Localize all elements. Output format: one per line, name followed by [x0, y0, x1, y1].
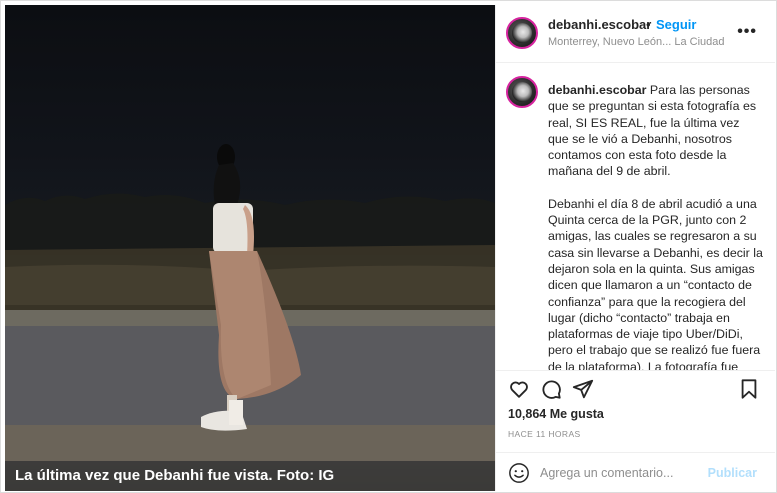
header-username[interactable]: debanhi.escobar [548, 17, 651, 32]
photo-caption: La última vez que Debanhi fue vista. Fot… [5, 461, 495, 491]
caption-paragraph-2: Debanhi el día 8 de abril acudió a una Q… [548, 196, 763, 370]
bookmark-icon[interactable] [738, 378, 760, 400]
instagram-post-embed: La última vez que Debanhi fue vista. Fot… [0, 0, 777, 493]
post-caption-area: debanhi.escobar Para las personas que se… [496, 64, 775, 370]
heart-icon[interactable] [508, 378, 530, 400]
post-photo [5, 5, 495, 491]
night-roadside-scene [5, 144, 495, 465]
comment-input[interactable] [540, 462, 700, 484]
caption-avatar[interactable] [506, 76, 538, 108]
publish-button[interactable]: Publicar [708, 466, 757, 480]
caption-paragraph-1-text: Para las personas que se preguntan si es… [548, 83, 757, 179]
more-options-icon[interactable]: ••• [737, 23, 757, 41]
post-caption-text: debanhi.escobar Para las personas que se… [548, 82, 763, 370]
post-timestamp: HACE 11 HORAS [508, 429, 581, 439]
comment-bubble-icon[interactable] [540, 378, 562, 400]
paper-plane-icon[interactable] [572, 378, 594, 400]
likes-count[interactable]: 10,864 Me gusta [508, 407, 604, 421]
caption-username[interactable]: debanhi.escobar [548, 83, 646, 97]
action-bar [496, 370, 775, 406]
post-side-panel: debanhi.escobar • Seguir Monterrey, Nuev… [495, 5, 775, 491]
caption-paragraph-1: debanhi.escobar Para las personas que se… [548, 82, 763, 180]
smiley-icon[interactable] [508, 462, 530, 484]
separator-dot: • [646, 17, 651, 32]
post-location[interactable]: Monterrey, Nuevo León... La Ciudad ... [548, 36, 728, 48]
follow-button[interactable]: Seguir [656, 17, 696, 32]
post-header: debanhi.escobar • Seguir Monterrey, Nuev… [496, 5, 775, 63]
comment-box: Publicar [496, 452, 775, 491]
profile-avatar[interactable] [506, 17, 538, 49]
